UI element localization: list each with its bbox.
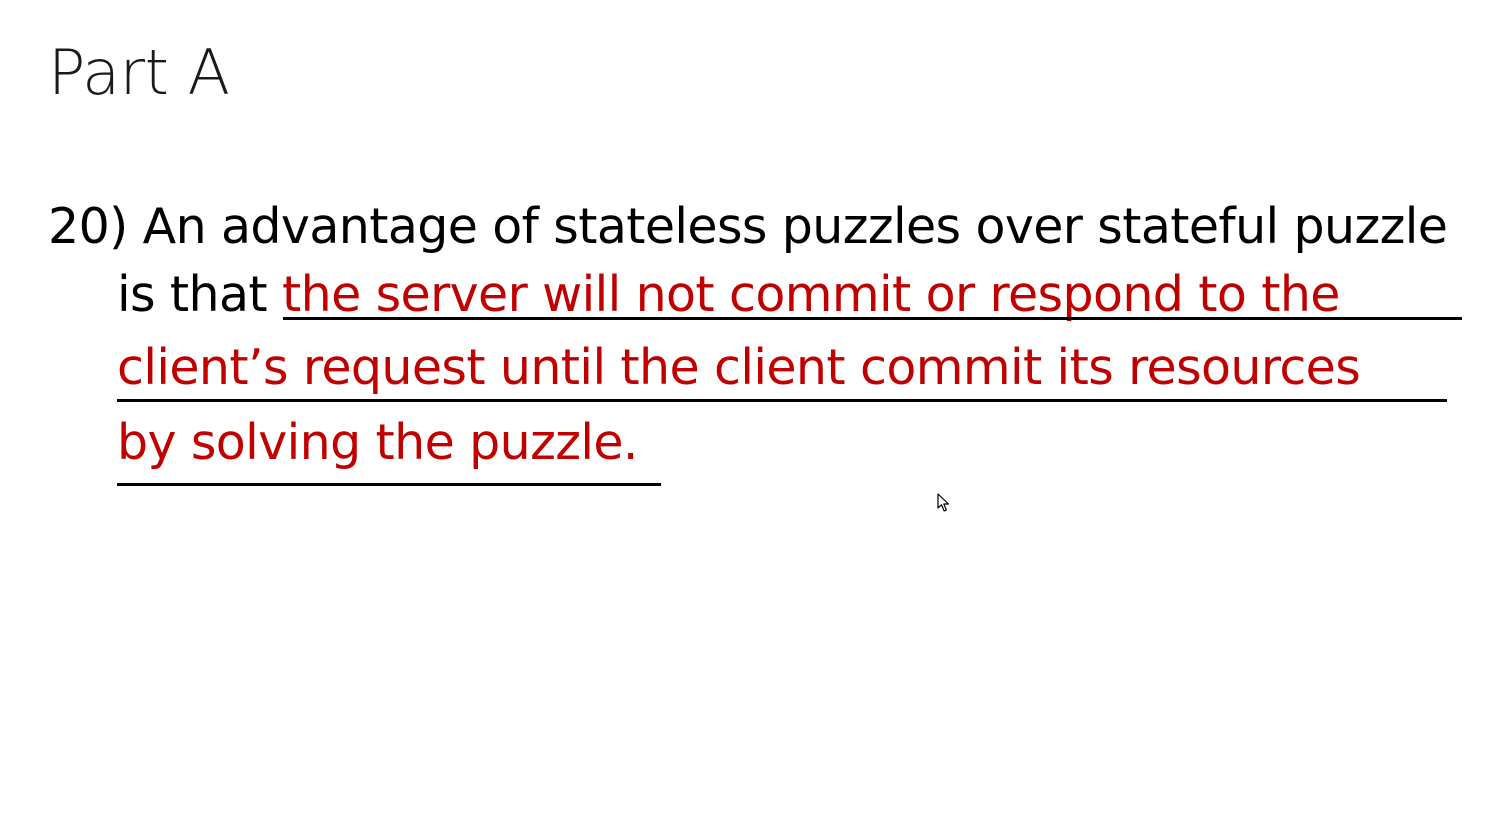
question-line-2: is that the server will not commit or re… bbox=[117, 270, 1340, 319]
slide-title: Part A bbox=[48, 36, 230, 109]
question-prefix-line-1: 20) An advantage of stateless puzzles ov… bbox=[48, 198, 1448, 255]
question-prefix-line-2: is that bbox=[117, 266, 268, 323]
mouse-pointer-icon bbox=[937, 493, 950, 512]
answer-blank-line-2 bbox=[117, 399, 1447, 402]
answer-line-1: the server will not commit or respond to… bbox=[282, 266, 1340, 323]
answer-blank-line-1 bbox=[283, 317, 1462, 320]
answer-blank-line-3 bbox=[117, 483, 661, 486]
answer-line-3: by solving the puzzle. bbox=[117, 414, 638, 471]
slide: Part A 20) An advantage of stateless puz… bbox=[0, 0, 1509, 825]
answer-line-2: client’s request until the client commit… bbox=[117, 339, 1361, 396]
question-line-1: 20) An advantage of stateless puzzles ov… bbox=[48, 202, 1448, 251]
